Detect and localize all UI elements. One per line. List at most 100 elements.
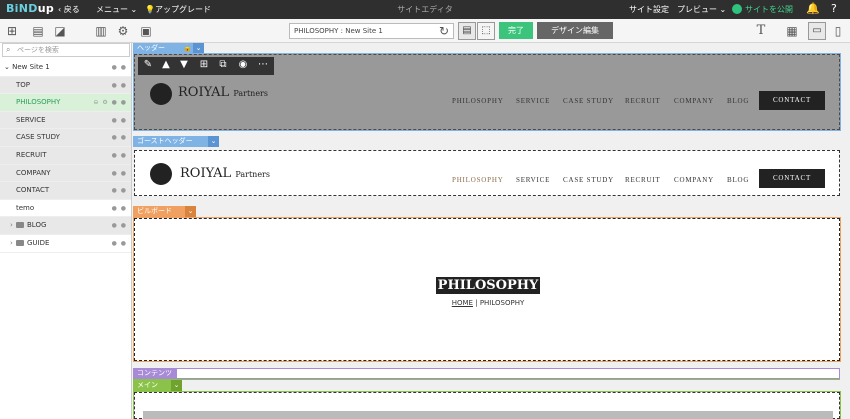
done-button[interactable]: 完了	[499, 22, 533, 39]
reload-icon[interactable]: ↻	[436, 23, 452, 39]
header-block-tag[interactable]: ヘッダー 🔒 ⌄	[133, 43, 204, 54]
font-icon[interactable]: T	[753, 23, 769, 39]
chevron-down-icon[interactable]: ⌄	[208, 136, 219, 147]
breadcrumb-home-link[interactable]: HOME	[452, 299, 473, 307]
gear-icon[interactable]: ⚙	[115, 23, 131, 39]
nav-philosophy[interactable]: PHILOSOPHY	[452, 176, 504, 184]
breadcrumb: HOME | PHILOSOPHY	[451, 299, 525, 307]
chevron-down-icon[interactable]: ⌄	[185, 206, 196, 217]
folder-icon	[16, 239, 24, 246]
site-path-field: PHILOSOPHY : New Site 1	[289, 23, 454, 39]
nav-company[interactable]: COMPANY	[674, 97, 714, 105]
nav-philosophy[interactable]: PHILOSOPHY	[452, 97, 504, 105]
contents-tag[interactable]: コンテンツ	[133, 368, 177, 379]
visibility-icon[interactable]: ● ●	[112, 59, 127, 77]
move-down-icon[interactable]: ▼	[176, 59, 192, 70]
sidebar-item-temo[interactable]: temo ● ●	[0, 199, 131, 218]
visibility-icon[interactable]: ● ●	[112, 200, 127, 218]
main-divider	[133, 379, 840, 380]
nav-recruit[interactable]: RECRUIT	[625, 176, 661, 184]
visibility-icon[interactable]: ● ●	[112, 112, 127, 130]
nav-case-study[interactable]: CASE STUDY	[563, 176, 614, 184]
contact-button[interactable]: CONTACT	[759, 91, 825, 110]
add-block-icon[interactable]: ⊞	[196, 59, 212, 70]
nav-blog[interactable]: BLOG	[727, 176, 749, 184]
sidebar-item-blog[interactable]: › BLOG ● ●	[0, 217, 131, 235]
chevron-down-icon: ⌄	[717, 5, 727, 14]
tree-root[interactable]: ⌄ New Site 1 ● ●	[0, 59, 131, 77]
chevron-down-icon: ⌄	[4, 63, 13, 71]
eye-icon[interactable]: ◉	[235, 59, 251, 70]
copy-icon[interactable]: ⧉	[215, 59, 231, 70]
visibility-icon[interactable]: ● ●	[112, 77, 127, 95]
chart-icon[interactable]: ▥	[93, 23, 109, 39]
top-bar: BiNDup ‹ 戻る メニュー ⌄ 💡アップグレード サイトエディタ サイト設…	[0, 0, 850, 19]
chevron-down-icon[interactable]: ⌄	[193, 43, 204, 54]
sidebar-item-company[interactable]: COMPANY ● ●	[0, 164, 131, 183]
bell-icon[interactable]: 🔔	[806, 2, 820, 15]
contents-block[interactable]	[133, 368, 840, 379]
nav-blog[interactable]: BLOG	[727, 97, 749, 105]
billboard-block[interactable]: PHILOSOPHY HOME | PHILOSOPHY	[133, 217, 841, 362]
chevron-down-icon[interactable]: ⌄	[171, 380, 182, 391]
publish-icon	[732, 4, 742, 14]
desktop-view-icon[interactable]: ▭	[808, 22, 826, 40]
content-placeholder	[143, 411, 833, 419]
layout-icon[interactable]: ▦	[784, 23, 800, 39]
page-icon[interactable]: ▤	[30, 23, 46, 39]
ghost-header-block[interactable]: ROIYAL Partners PHILOSOPHY SERVICE CASE …	[134, 150, 840, 196]
nav-service[interactable]: SERVICE	[516, 176, 550, 184]
main-block[interactable]	[133, 391, 841, 419]
more-icon[interactable]: ⋯	[255, 59, 271, 70]
sidebar-item-guide[interactable]: › GUIDE ● ●	[0, 234, 131, 253]
visibility-icon[interactable]: ● ●	[112, 147, 127, 165]
sidebar-item-service[interactable]: SERVICE ● ●	[0, 111, 131, 130]
lock-icon[interactable]: 🔒	[183, 43, 192, 54]
nav-case-study[interactable]: CASE STUDY	[563, 97, 614, 105]
page-settings-icon[interactable]: ◪	[52, 23, 68, 39]
nav-company[interactable]: COMPANY	[674, 176, 714, 184]
preview-button[interactable]: プレビュー ⌄	[677, 4, 726, 15]
chevron-right-icon[interactable]: ›	[10, 235, 13, 253]
nav-recruit[interactable]: RECRUIT	[625, 97, 661, 105]
visibility-icon[interactable]: ● ●	[112, 235, 127, 253]
site-logo-mark	[150, 163, 172, 185]
page-tools-icon[interactable]: ⊖ ⚙ ● ●	[93, 94, 127, 112]
mobile-view-icon[interactable]: ▯	[830, 23, 846, 39]
site-logo-mark	[150, 83, 172, 105]
visibility-icon[interactable]: ● ●	[112, 217, 127, 235]
billboard-title: PHILOSOPHY	[435, 277, 541, 294]
billboard-tag[interactable]: ビルボード ⌄	[133, 206, 196, 217]
add-page-icon[interactable]: ⊞	[4, 23, 20, 39]
header-block[interactable]: ✎ ▲ ▼ ⊞ ⧉ ◉ ⋯ ROIYAL Partners PHILOSOPHY…	[133, 53, 841, 131]
site-logo-text: ROIYAL Partners	[178, 85, 268, 100]
page-search-input[interactable]: ⌕ ページを検索	[2, 43, 130, 57]
block-edit-toolbar: ✎ ▲ ▼ ⊞ ⧉ ◉ ⋯	[138, 57, 274, 75]
ghost-header-tag[interactable]: ゴーストヘッダー ⌄	[133, 136, 219, 147]
visibility-icon[interactable]: ● ●	[112, 165, 127, 183]
sidebar-item-philosophy[interactable]: PHILOSOPHY ⊖ ⚙ ● ●	[0, 94, 131, 112]
layout-view-button[interactable]: ⬚	[477, 22, 495, 40]
main-tag[interactable]: メイン ⌄	[133, 380, 182, 391]
search-icon: ⌕	[6, 45, 11, 54]
move-up-icon[interactable]: ▲	[158, 59, 174, 70]
contact-button[interactable]: CONTACT	[759, 169, 825, 188]
pencil-icon[interactable]: ✎	[140, 59, 156, 70]
page-sidebar: ⌕ ページを検索 ⌄ New Site 1 ● ● TOP ● ● PHILOSOP…	[0, 43, 132, 419]
visibility-icon[interactable]: ● ●	[112, 182, 127, 200]
sidebar-toggle-icon[interactable]: ▣	[138, 23, 154, 39]
design-edit-button[interactable]: デザイン編集	[537, 22, 613, 39]
publish-button[interactable]: サイトを公開	[732, 4, 793, 15]
sidebar-item-case-study[interactable]: CASE STUDY ● ●	[0, 129, 131, 147]
sidebar-item-top[interactable]: TOP ● ●	[0, 76, 131, 95]
block-view-button[interactable]: ▤	[458, 22, 476, 40]
sidebar-item-contact[interactable]: CONTACT ● ●	[0, 182, 131, 200]
site-logo-text: ROIYAL Partners	[180, 166, 270, 181]
sidebar-item-recruit[interactable]: RECRUIT ● ●	[0, 146, 131, 165]
visibility-icon[interactable]: ● ●	[112, 129, 127, 147]
editor-toolbar: ⊞ ▤ ◪ ▥ ⚙ ▣ PHILOSOPHY : New Site 1 ↻ ▤ …	[0, 19, 850, 43]
chevron-right-icon[interactable]: ›	[10, 217, 13, 235]
help-icon[interactable]: ?	[831, 2, 837, 15]
nav-service[interactable]: SERVICE	[516, 97, 550, 105]
site-settings-button[interactable]: サイト設定	[629, 4, 669, 15]
